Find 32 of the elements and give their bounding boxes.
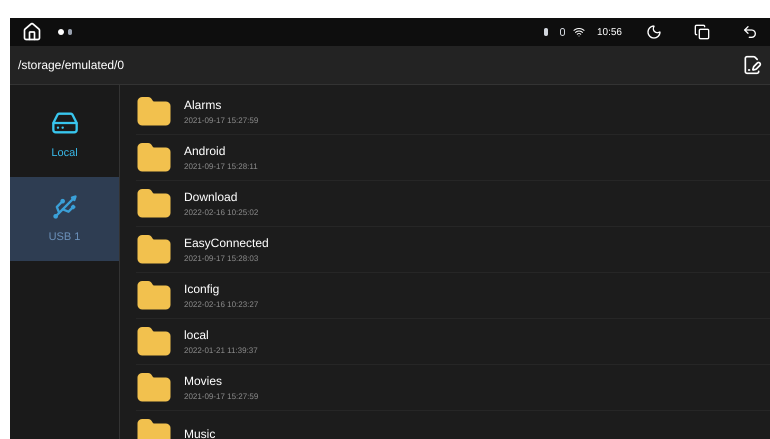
folder-name: EasyConnected bbox=[184, 236, 269, 248]
folder-name: local bbox=[184, 328, 210, 340]
folder-row[interactable]: Iconfig 2022-02-16 10:23:27 bbox=[136, 273, 770, 319]
home-icon[interactable] bbox=[22, 22, 42, 42]
folder-row[interactable]: Download 2022-02-16 10:25:02 bbox=[136, 181, 770, 227]
folder-name: Iconfig bbox=[184, 282, 220, 294]
folder-row[interactable]: local 2022-01-21 11:39:37 bbox=[136, 319, 770, 365]
folder-date: 2021-09-17 15:27:59 bbox=[184, 116, 258, 124]
folder-date: 2022-01-21 11:39:37 bbox=[184, 346, 258, 354]
clock-time: 10:56 bbox=[596, 26, 622, 40]
folder-name: Download bbox=[184, 190, 238, 202]
folder-name: Alarms bbox=[184, 98, 222, 110]
edit-icon[interactable] bbox=[742, 55, 762, 75]
storage-tab[interactable]: Local bbox=[10, 93, 119, 177]
folder-row[interactable]: Movies 2021-09-17 15:27:59 bbox=[136, 365, 770, 411]
folder-date: 2021-09-17 15:28:11 bbox=[184, 162, 258, 170]
folder-name: Movies bbox=[184, 374, 224, 386]
recent-apps-icon[interactable] bbox=[694, 24, 710, 40]
folder-name: Android bbox=[184, 144, 226, 156]
back-icon[interactable] bbox=[742, 24, 758, 40]
folder-row[interactable]: Alarms 2021-09-17 15:27:59 bbox=[136, 89, 770, 135]
folder-date: 2022-02-16 10:23:27 bbox=[184, 300, 258, 308]
usb-icon bbox=[50, 192, 78, 221]
folder-row[interactable]: Android 2021-09-17 15:28:11 bbox=[136, 135, 770, 181]
path-text: /storage/emulated/0 bbox=[18, 57, 124, 74]
moon-icon[interactable] bbox=[646, 24, 662, 40]
folder-date: 2021-09-17 15:28:03 bbox=[184, 254, 260, 262]
folder-name: Music bbox=[184, 428, 216, 439]
folder-date: 2022-02-16 10:25:02 bbox=[184, 208, 258, 216]
folder-row[interactable]: EasyConnected 2021-09-17 15:28:03 bbox=[136, 227, 770, 273]
folder-date: 2021-09-17 15:27:59 bbox=[184, 392, 258, 400]
folder-row[interactable]: Music bbox=[136, 411, 770, 439]
